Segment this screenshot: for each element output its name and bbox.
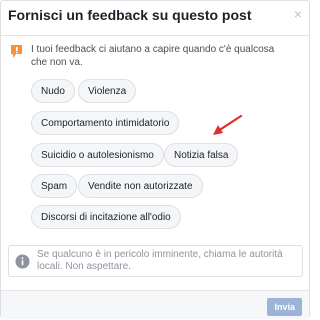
option-violenza[interactable]: Violenza <box>78 79 137 103</box>
dialog-header: Fornisci un feedback su questo post × <box>1 1 309 36</box>
option-notizia-falsa[interactable]: Notizia falsa <box>164 143 239 167</box>
option-discorsi-odio[interactable]: Discorsi di incitazione all'odio <box>31 205 181 229</box>
intro-message: I tuoi feedback ci aiutano a capire quan… <box>8 43 304 73</box>
option-suicidio-autolesionismo[interactable]: Suicidio o autolesionismo <box>31 143 164 167</box>
send-button[interactable]: Invia <box>267 298 302 316</box>
feedback-dialog: Fornisci un feedback su questo post × I … <box>0 0 310 319</box>
dialog-title: Fornisci un feedback su questo post <box>8 7 252 23</box>
annotation-arrow-icon <box>213 114 243 135</box>
option-nudo[interactable]: Nudo <box>31 79 75 103</box>
emergency-info-box: Se qualcuno è in pericolo imminente, chi… <box>8 245 303 277</box>
intro-text: I tuoi feedback ci aiutano a capire quan… <box>31 44 275 68</box>
dialog-footer: Invia <box>1 290 309 319</box>
flag-icon <box>11 45 22 58</box>
emergency-info-text: Se qualcuno è in pericolo imminente, chi… <box>37 249 283 272</box>
option-comportamento-intimidatorio[interactable]: Comportamento intimidatorio <box>31 111 180 135</box>
close-icon[interactable]: × <box>294 7 302 21</box>
option-spam[interactable]: Spam <box>31 174 78 198</box>
option-vendite-non-autorizzate[interactable]: Vendite non autorizzate <box>78 174 203 198</box>
info-icon <box>15 254 30 269</box>
